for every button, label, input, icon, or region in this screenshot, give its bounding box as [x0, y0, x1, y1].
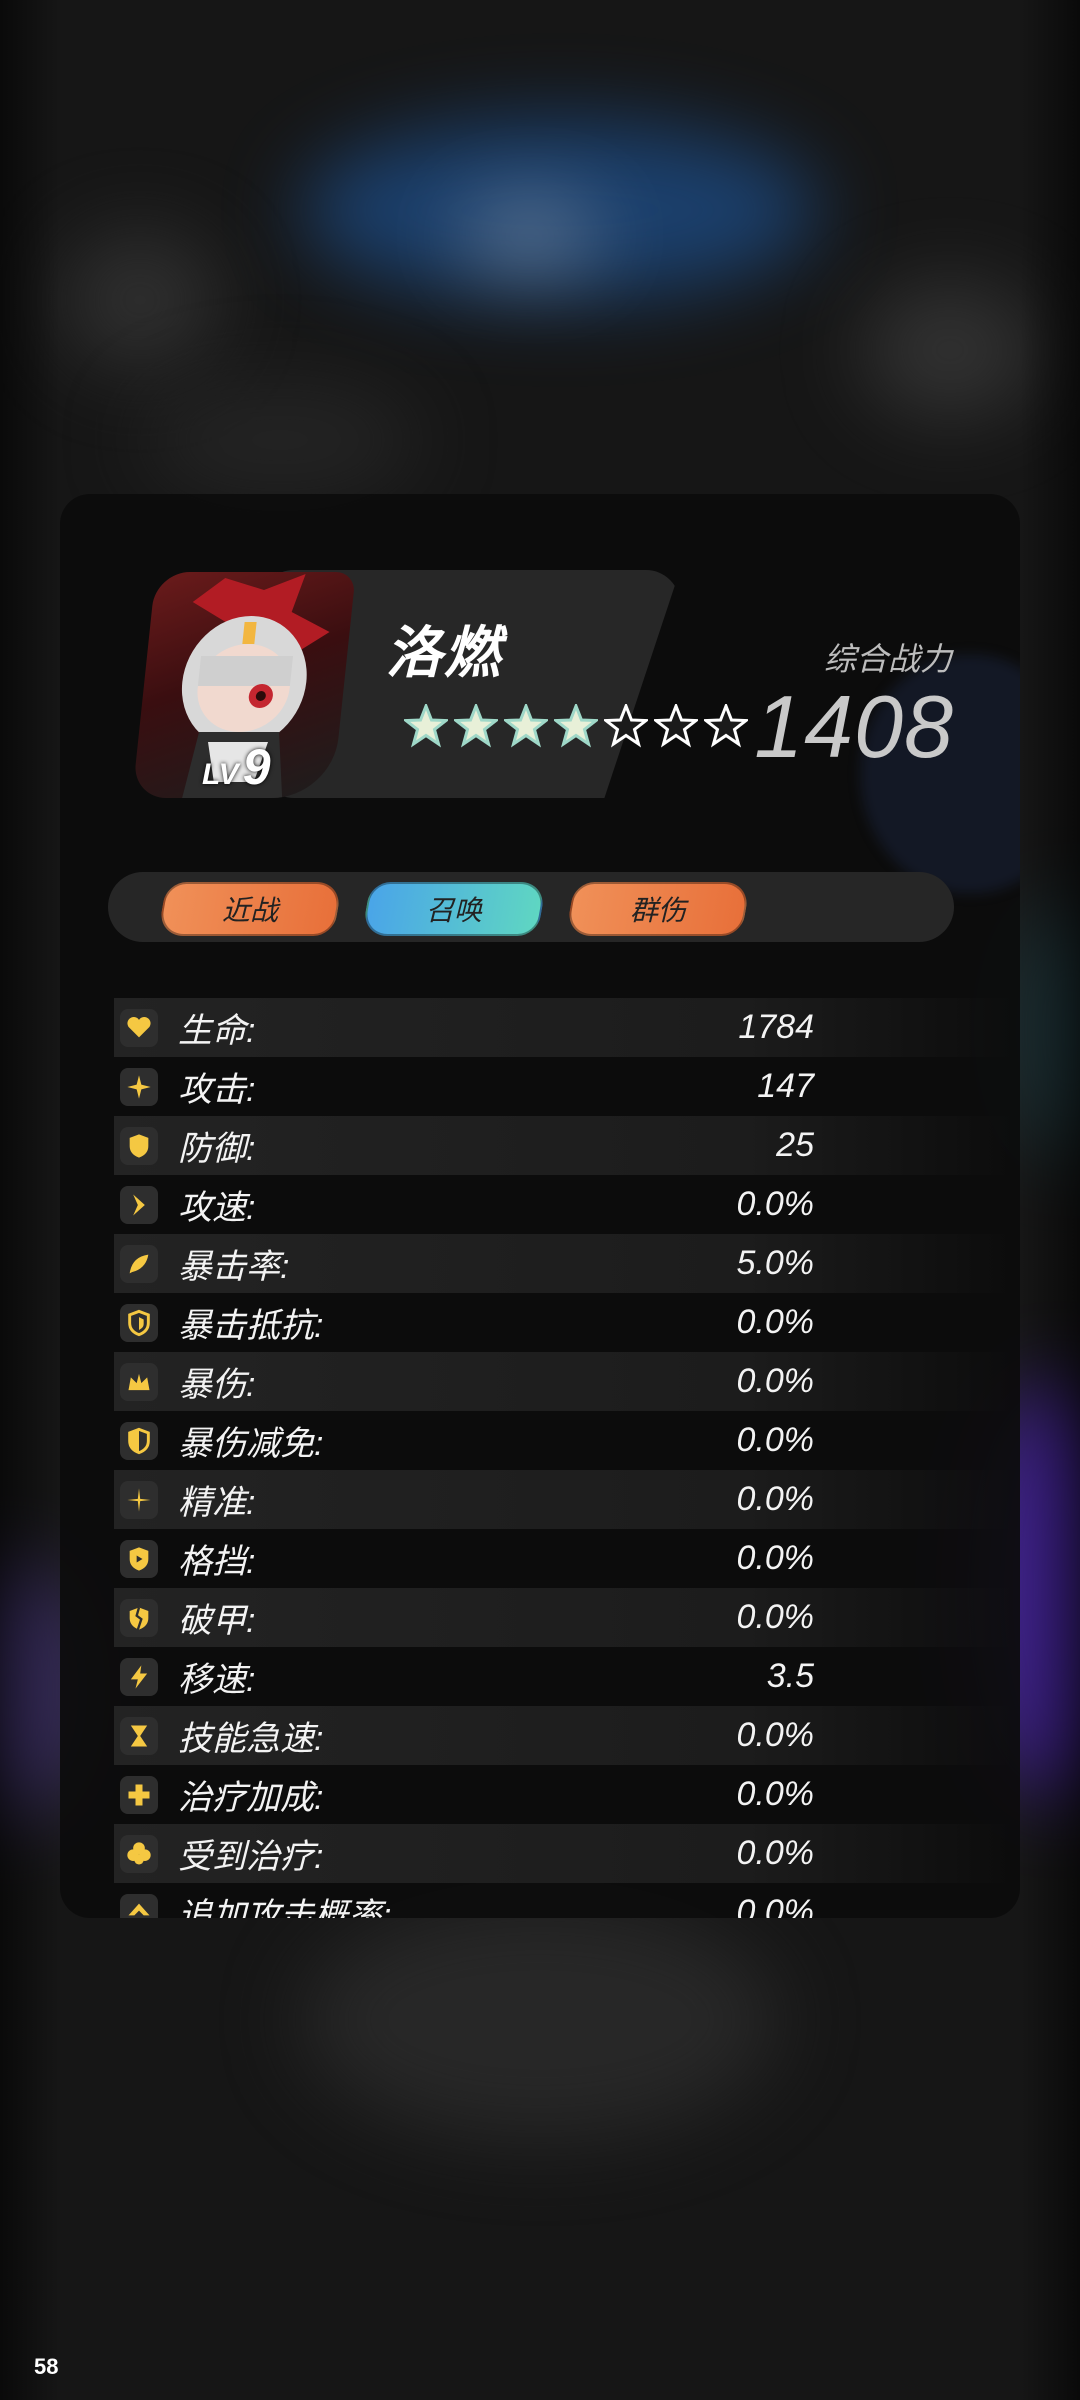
power-value: 1408: [754, 677, 954, 776]
stat-label: 追加攻击概率:: [178, 1897, 392, 1918]
stat-label: 攻击:: [178, 1071, 256, 1109]
stat-value: 0.0%: [736, 1185, 815, 1223]
star-filled-icon: [504, 704, 548, 748]
stat-row: 暴击抵抗: 0.0%: [114, 1293, 1014, 1352]
stat-label: 攻速:: [178, 1189, 256, 1227]
stat-value: 0.0%: [736, 1716, 815, 1754]
stat-value: 3.5: [766, 1657, 814, 1695]
stats-list[interactable]: 生命: 1784 攻击: 147 防御: 25 攻速: 0.0% 暴击率: 5.0% 暴击抵抗: 0.…: [114, 998, 1014, 1918]
stat-label: 格挡:: [178, 1543, 256, 1581]
plus-icon: [120, 1775, 158, 1814]
tag-bar: 近战 召唤 群伤: [108, 872, 954, 942]
stat-value: 1784: [738, 1008, 814, 1046]
tag-label: 召唤: [425, 895, 482, 926]
stat-value: 147: [757, 1067, 814, 1105]
hero-header: LV 9 洛燃: [132, 570, 748, 798]
star-filled-icon: [454, 704, 498, 748]
stat-row: 生命: 1784: [114, 998, 1014, 1057]
level-prefix: LV: [202, 758, 239, 791]
hero-name: 洛燃: [386, 621, 502, 684]
tag-aoe[interactable]: 群伤: [565, 882, 751, 936]
stat-label: 移速:: [178, 1661, 256, 1699]
star-rating: [404, 704, 748, 748]
broken-shield-icon: [120, 1598, 158, 1637]
stat-value: 0.0%: [736, 1893, 815, 1918]
stat-row: 格挡: 0.0%: [114, 1529, 1014, 1588]
stat-row: 暴伤: 0.0%: [114, 1352, 1014, 1411]
stat-label: 暴击抵抗:: [178, 1307, 324, 1345]
stat-label: 暴伤减免:: [178, 1425, 324, 1463]
stat-label: 受到治疗:: [178, 1838, 324, 1876]
stat-row: 技能急速: 0.0%: [114, 1706, 1014, 1765]
star-filled-icon: [404, 704, 448, 748]
stat-row: 追加攻击概率: 0.0%: [114, 1883, 1014, 1918]
heart-icon: [120, 1008, 158, 1047]
star-empty-icon: [654, 704, 698, 748]
sparkle-icon: [120, 1067, 158, 1106]
stat-value: 25: [776, 1126, 814, 1164]
stat-row: 防御: 25: [114, 1116, 1014, 1175]
up-arrow-icon: [120, 1893, 158, 1918]
stat-row: 攻速: 0.0%: [114, 1175, 1014, 1234]
stat-label: 暴伤:: [178, 1366, 256, 1404]
stat-value: 5.0%: [736, 1244, 815, 1282]
shield-half-icon: [120, 1421, 158, 1460]
clover-icon: [120, 1834, 158, 1873]
lightning-icon: [120, 1657, 158, 1696]
power-label: 综合战力: [823, 641, 952, 677]
stat-value: 0.0%: [736, 1421, 815, 1459]
stat-value: 0.0%: [736, 1362, 815, 1400]
chevron-right-icon: [120, 1185, 158, 1224]
stat-value: 0.0%: [736, 1775, 815, 1813]
fps-counter: 58: [34, 2354, 59, 2379]
stat-row: 治疗加成: 0.0%: [114, 1765, 1014, 1824]
stat-label: 治疗加成:: [178, 1779, 324, 1817]
shield-outline-icon: [120, 1303, 158, 1342]
stat-row: 移速: 3.5: [114, 1647, 1014, 1706]
hero-detail-panel: LV 9 洛燃 综合战力 1408 近战 召唤 群伤 生命: 1784 攻击: 147…: [60, 494, 1020, 1918]
level-number: 9: [242, 739, 271, 795]
shield-icon: [120, 1126, 158, 1165]
tag-summon[interactable]: 召唤: [361, 882, 547, 936]
star-empty-icon: [604, 704, 648, 748]
block-shield-icon: [120, 1539, 158, 1578]
hero-level: LV 9: [202, 738, 271, 796]
stat-value: 0.0%: [736, 1303, 815, 1341]
stat-label: 暴击率:: [178, 1248, 290, 1286]
tag-label: 近战: [221, 895, 278, 926]
stat-label: 破甲:: [178, 1602, 256, 1640]
stat-value: 0.0%: [736, 1480, 815, 1518]
stat-value: 0.0%: [736, 1834, 815, 1872]
stat-label: 技能急速:: [178, 1720, 324, 1758]
stat-label: 精准:: [178, 1484, 256, 1522]
stat-row: 攻击: 147: [114, 1057, 1014, 1116]
stat-row: 精准: 0.0%: [114, 1470, 1014, 1529]
stat-row: 暴伤减免: 0.0%: [114, 1411, 1014, 1470]
stat-row: 暴击率: 5.0%: [114, 1234, 1014, 1293]
stat-row: 破甲: 0.0%: [114, 1588, 1014, 1647]
tag-melee[interactable]: 近战: [157, 882, 343, 936]
stat-value: 0.0%: [736, 1598, 815, 1636]
stat-label: 防御:: [178, 1130, 256, 1168]
tag-label: 群伤: [629, 895, 686, 926]
stat-row: 受到治疗: 0.0%: [114, 1824, 1014, 1883]
crown-icon: [120, 1362, 158, 1401]
stat-value: 0.0%: [736, 1539, 815, 1577]
crosshair-icon: [120, 1480, 158, 1519]
feather-icon: [120, 1244, 158, 1283]
star-empty-icon: [704, 704, 748, 748]
stat-label: 生命:: [178, 1012, 256, 1050]
star-filled-icon: [554, 704, 598, 748]
hourglass-icon: [120, 1716, 158, 1755]
